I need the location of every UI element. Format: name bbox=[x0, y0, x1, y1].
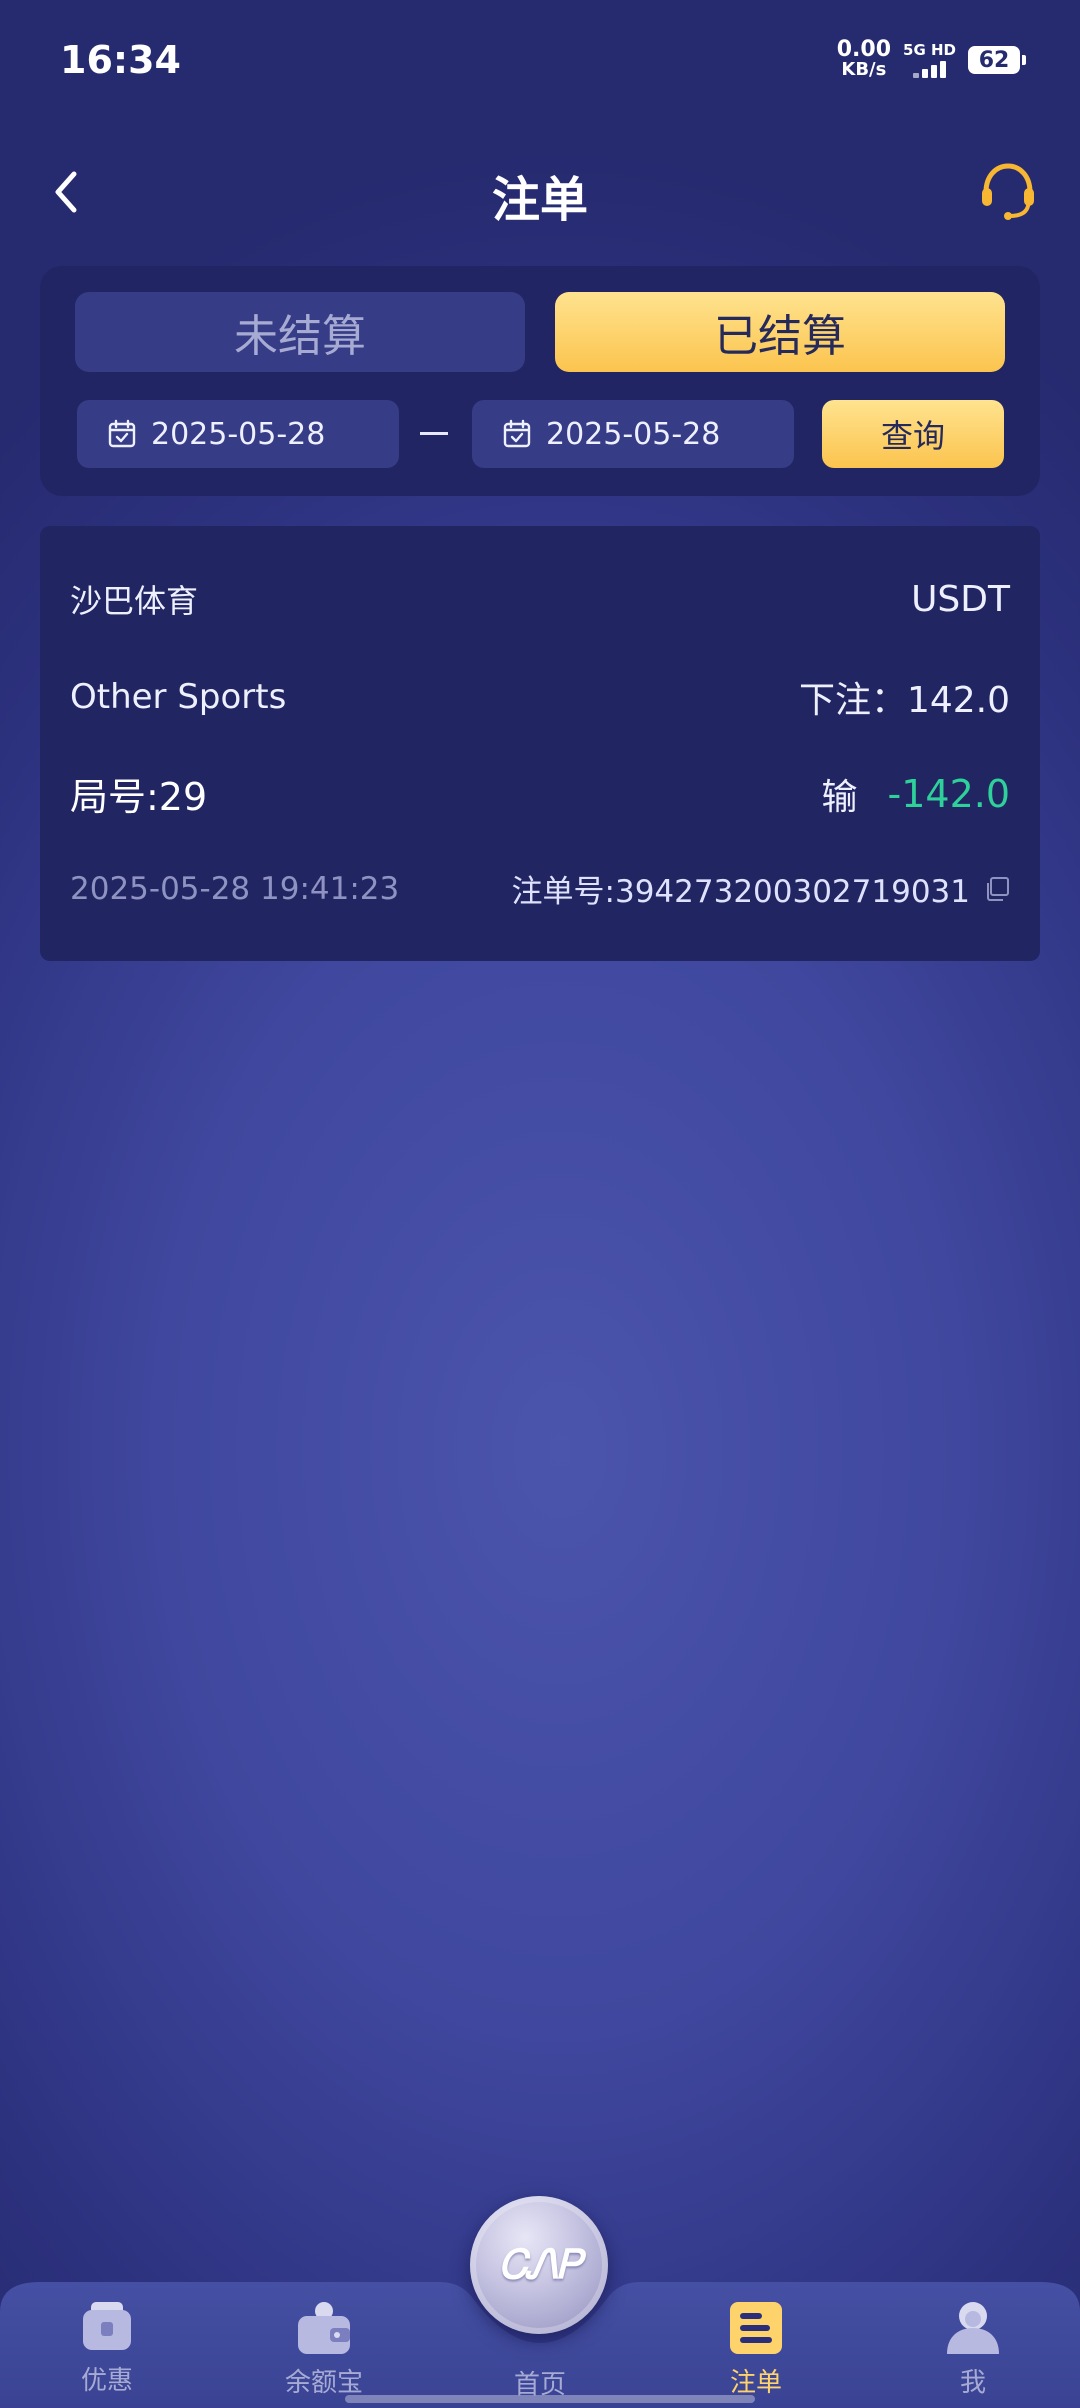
start-date-field[interactable]: 2025-05-28 bbox=[77, 400, 399, 468]
bet-time: 2025-05-28 19:41:23 bbox=[70, 870, 400, 907]
bet-platform: 沙巴体育 bbox=[70, 582, 199, 620]
bet-row-meta: 2025-05-28 19:41:23 注单号:3942732003027190… bbox=[70, 866, 1010, 911]
nav-label-promotions: 优惠 bbox=[80, 2366, 133, 2396]
bet-result: 输 -142.0 bbox=[821, 768, 1010, 820]
money-bag-icon bbox=[298, 2302, 350, 2354]
bet-order-number-text: 注单号:394273200302719031 bbox=[511, 874, 970, 910]
bet-result-amount: -142.0 bbox=[887, 771, 1011, 816]
status-time: 16:34 bbox=[60, 38, 181, 82]
brand-logo: ᏟᏁᏢ bbox=[498, 2242, 582, 2288]
nav-label-bets: 注单 bbox=[729, 2368, 782, 2398]
bet-stake: 下注：142.0 bbox=[798, 680, 1010, 721]
nav-item-balance[interactable]: 余额宝 bbox=[244, 2300, 404, 2399]
user-icon bbox=[947, 2302, 999, 2354]
status-bar: 16:34 0.00 KB/s 5G HD 62 bbox=[0, 0, 1080, 130]
bet-currency: USDT bbox=[911, 578, 1010, 620]
nav-label-balance: 余额宝 bbox=[284, 2368, 363, 2398]
header: 注单 bbox=[0, 140, 1080, 240]
bet-row-result: 局号:29 输 -142.0 bbox=[70, 766, 1010, 821]
home-indicator[interactable] bbox=[345, 2395, 755, 2403]
start-date-value: 2025-05-28 bbox=[151, 416, 326, 452]
bet-round: 局号:29 bbox=[70, 775, 208, 819]
bet-record-card[interactable]: 沙巴体育 USDT Other Sports 下注：142.0 局号:29 输 … bbox=[40, 526, 1040, 961]
nav-label-me: 我 bbox=[959, 2368, 986, 2398]
query-button[interactable]: 查询 bbox=[822, 400, 1004, 468]
nav-item-bets[interactable]: 注单 bbox=[676, 2300, 836, 2399]
network-speed-unit: KB/s bbox=[841, 59, 887, 80]
calendar-icon bbox=[503, 419, 531, 448]
tab-settled[interactable]: 已结算 bbox=[555, 292, 1005, 372]
signal-indicator: 5G HD bbox=[903, 42, 956, 78]
tab-unsettled[interactable]: 未结算 bbox=[75, 292, 525, 372]
customer-service-button[interactable] bbox=[976, 158, 1040, 222]
home-button[interactable]: ᏟᏁᏢ bbox=[470, 2196, 608, 2334]
headset-icon bbox=[982, 163, 1034, 220]
bet-result-label: 输 bbox=[821, 776, 858, 818]
network-speed-value: 0.00 bbox=[836, 37, 892, 62]
copy-icon[interactable] bbox=[984, 876, 1010, 902]
end-date-field[interactable]: 2025-05-28 bbox=[472, 400, 794, 468]
nav-item-me[interactable]: 我 bbox=[893, 2300, 1053, 2399]
bet-row-platform: 沙巴体育 USDT bbox=[70, 576, 1010, 622]
battery-level: 62 bbox=[978, 47, 1010, 73]
nav-item-promotions[interactable]: 优惠 bbox=[27, 2300, 187, 2397]
end-date-value: 2025-05-28 bbox=[546, 416, 721, 452]
signal-bars-icon bbox=[913, 60, 946, 78]
page-title: 注单 bbox=[491, 172, 588, 228]
battery-icon: 62 bbox=[968, 46, 1026, 74]
status-indicators: 0.00 KB/s 5G HD 62 bbox=[836, 37, 1026, 80]
date-range-separator bbox=[420, 432, 448, 435]
wallet-icon bbox=[83, 2302, 131, 2350]
bet-sport: Other Sports bbox=[70, 677, 287, 717]
filter-card: 未结算 已结算 2025-05-28 2025-05-28 查询 bbox=[40, 266, 1040, 496]
bet-slip-icon bbox=[730, 2302, 782, 2354]
calendar-icon bbox=[108, 419, 136, 448]
network-speed: 0.00 KB/s bbox=[836, 37, 892, 80]
bet-order-number: 注单号:394273200302719031 bbox=[512, 866, 1010, 911]
bet-row-stake: Other Sports 下注：142.0 bbox=[70, 671, 1010, 723]
network-type-label: 5G HD bbox=[903, 41, 956, 59]
